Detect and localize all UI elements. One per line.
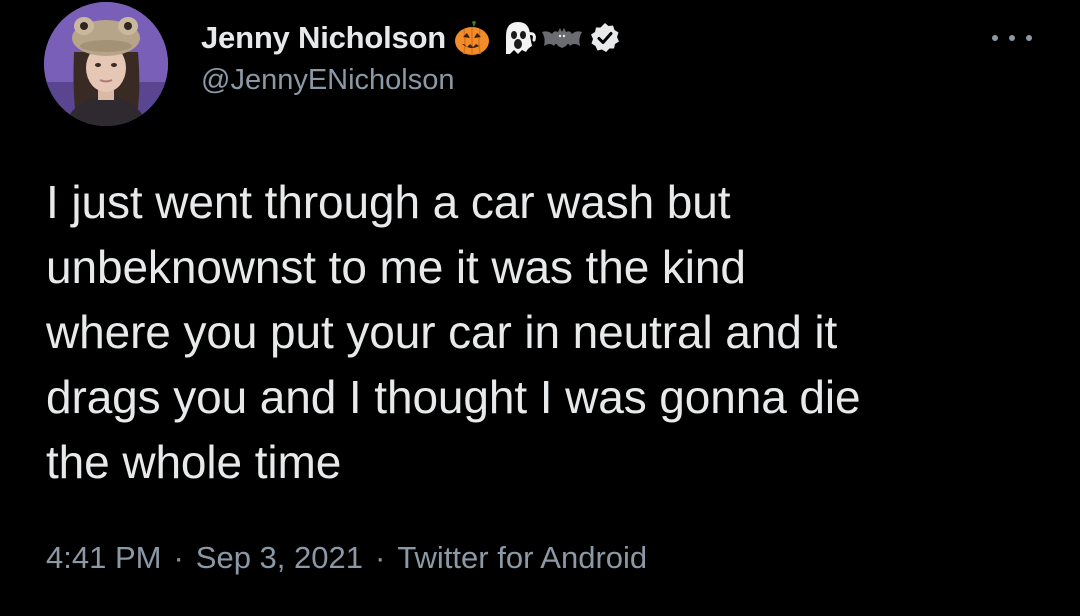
verified-badge-icon[interactable]	[588, 21, 622, 55]
more-dot-icon	[1009, 35, 1015, 41]
more-dot-icon	[992, 35, 998, 41]
tweet-card: Jenny Nicholson @JennyENicholson I just …	[0, 0, 1080, 616]
tweet-source[interactable]: Twitter for Android	[397, 540, 647, 576]
user-handle[interactable]: @JennyENicholson	[201, 64, 622, 97]
display-name[interactable]: Jenny Nicholson	[201, 20, 446, 56]
tweet-metadata: 4:41 PM · Sep 3, 2021 · Twitter for Andr…	[46, 540, 647, 576]
ghost-icon	[498, 18, 538, 58]
meta-separator: ·	[374, 540, 386, 575]
more-dot-icon	[1026, 35, 1032, 41]
tweet-header: Jenny Nicholson @JennyENicholson	[201, 16, 622, 97]
tweet-text: I just went through a car wash but unbek…	[46, 176, 861, 488]
name-row: Jenny Nicholson	[201, 16, 622, 60]
tweet-date[interactable]: Sep 3, 2021	[196, 540, 363, 576]
bat-icon	[540, 18, 584, 58]
tweet-time[interactable]: 4:41 PM	[46, 540, 161, 576]
jack-o-lantern-icon	[452, 18, 492, 58]
avatar-image	[44, 2, 168, 126]
meta-separator: ·	[173, 540, 184, 575]
avatar[interactable]	[44, 2, 168, 126]
more-options-button[interactable]	[992, 26, 1032, 50]
